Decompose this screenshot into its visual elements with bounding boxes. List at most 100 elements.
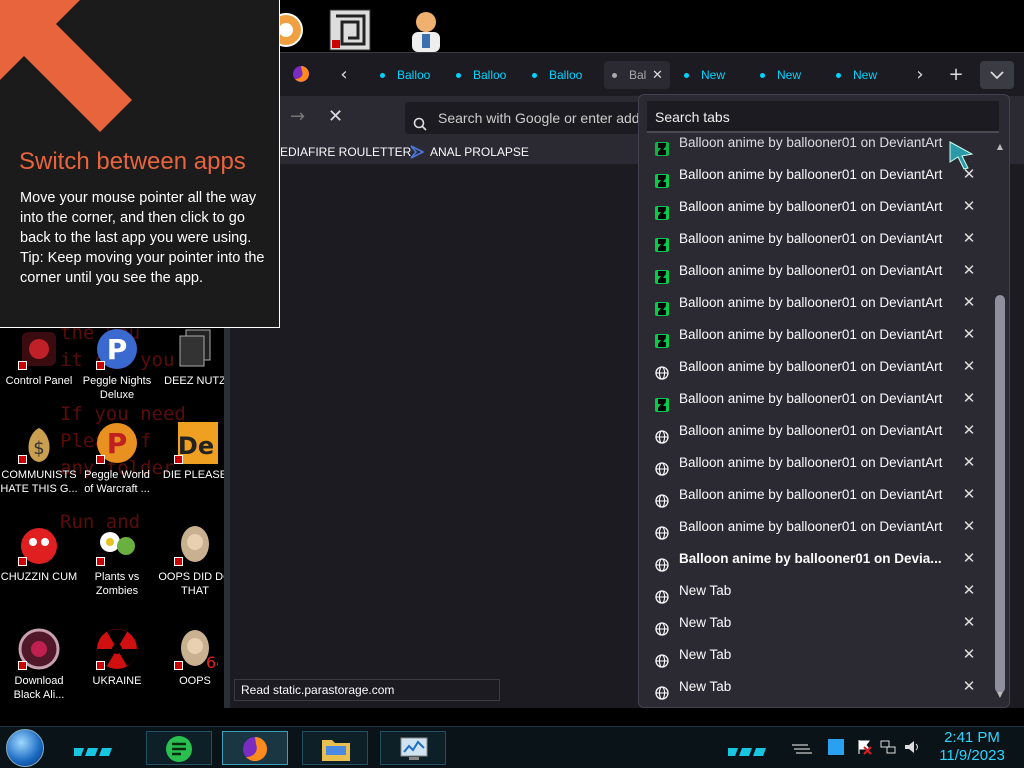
tab-list-item[interactable]: Balloon anime by ballooner01 on DeviantA…	[639, 191, 993, 223]
tab-list-item-title: Balloon anime by ballooner01 on DeviantA…	[679, 423, 943, 438]
taskbar-app-monitor[interactable]	[380, 731, 446, 765]
desktop-icon-doctor[interactable]	[404, 8, 448, 52]
tip-instruction: Move your mouse pointer all the way into…	[20, 190, 257, 246]
desktop-icon-peggle-nights[interactable]: P Peggle Nights Deluxe	[78, 326, 156, 402]
globe-icon	[655, 552, 669, 572]
bookmark-item[interactable]: MEDIAFIRE ROULETTER	[270, 141, 411, 163]
desktop-icon-oops[interactable]: 64 OOPS	[156, 626, 234, 688]
tip-hint: Tip: Keep moving your pointer into the c…	[20, 250, 265, 286]
tab[interactable]: Balloo	[456, 61, 516, 89]
close-tab-icon[interactable]: ✕	[961, 383, 977, 415]
close-tab-icon[interactable]: ✕	[961, 671, 977, 701]
tab-list-item[interactable]: Balloon anime by ballooner01 on DeviantA…	[639, 447, 993, 479]
tab-list-scrollbar[interactable]: ▲ ▼	[993, 141, 1007, 701]
desktop-icon-label: Download Black Ali...	[13, 675, 65, 701]
taskbar-app-notes[interactable]	[146, 731, 212, 765]
desktop-icon-ukraine[interactable]: UKRAINE	[78, 626, 156, 688]
tab[interactable]: New	[684, 61, 744, 89]
tab-list-item[interactable]: Balloon anime by ballooner01 on DeviantA…	[639, 223, 993, 255]
tab-list-item[interactable]: Balloon anime by ballooner01 on DeviantA…	[639, 415, 993, 447]
search-tabs-input[interactable]: Search tabs	[647, 101, 999, 133]
desktop-icon-label: Peggle Nights Deluxe	[82, 375, 152, 401]
tab[interactable]: New	[836, 61, 896, 89]
close-tab-icon[interactable]: ✕	[961, 223, 977, 255]
tab-list-item[interactable]: Balloon anime by ballooner01 on DeviantA…	[639, 351, 993, 383]
desktop-icon-download-black[interactable]: Download Black Ali...	[0, 626, 78, 702]
stop-loading-icon[interactable]: ✕	[328, 106, 343, 127]
close-tab-icon[interactable]: ✕	[961, 255, 977, 287]
toolbar-edge-button[interactable]	[1012, 104, 1024, 132]
tab-list-item[interactable]: Balloon anime by ballooner01 on DeviantA…	[639, 287, 993, 319]
desktop-icon-communists[interactable]: $ COMMUNISTS HATE THIS G...	[0, 420, 78, 496]
taskbar-app-firefox[interactable]	[222, 731, 288, 765]
tab-list-item[interactable]: New Tab ✕	[639, 607, 993, 639]
desktop-icon-control-panel[interactable]: Control Panel	[0, 326, 78, 388]
forward-icon[interactable]: →	[290, 106, 305, 127]
scroll-tabs-left-button[interactable]: ‹	[330, 61, 358, 89]
tab-list-item[interactable]: Balloon anime by ballooner01 on DeviantA…	[639, 255, 993, 287]
scrollbar-thumb[interactable]	[995, 295, 1005, 693]
desktop-icon-plants-vs-zombies[interactable]: Plants vs Zombies	[78, 522, 156, 598]
tab[interactable]: Balloo	[380, 61, 440, 89]
new-tab-button[interactable]: +	[942, 61, 970, 89]
desktop-icon-chuzzin[interactable]: CHUZZIN CUM	[0, 522, 78, 584]
tab-list-item[interactable]: Balloon anime by ballooner01 on DeviantA…	[639, 511, 993, 543]
tab-list-item-title: Balloon anime by ballooner01 on Devia...	[679, 551, 942, 566]
desktop-icon-label: Peggle World of Warcraft ...	[84, 469, 150, 495]
tab-list-item-title: Balloon anime by ballooner01 on DeviantA…	[679, 231, 943, 246]
close-tab-icon[interactable]: ✕	[961, 543, 977, 575]
tab-list-item[interactable]: Balloon anime by ballooner01 on DeviantA…	[639, 479, 993, 511]
tab-list-item[interactable]: Balloon anime by ballooner01 on Devia...…	[639, 543, 993, 575]
close-tab-icon[interactable]: ✕	[961, 639, 977, 671]
folder-icon	[321, 736, 351, 766]
tab-close-icon[interactable]: ✕	[652, 61, 663, 89]
tab[interactable]: New	[760, 61, 820, 89]
tab-favicon	[836, 73, 841, 79]
taskbar-clock[interactable]: 2:41 PM 11/9/2023	[934, 729, 1010, 765]
tab-list-item[interactable]: Balloon anime by ballooner01 on DeviantA…	[639, 159, 993, 191]
desktop-icon-die-please[interactable]: De DIE PLEASE	[156, 420, 234, 482]
taskbar-decoration	[725, 741, 770, 756]
tab-favicon	[684, 73, 689, 79]
tab-list-item[interactable]: New Tab ✕	[639, 671, 993, 701]
deviantart-icon	[655, 264, 669, 284]
desktop-icon-peggle-wow[interactable]: P Peggle World of Warcraft ...	[78, 420, 156, 496]
desktop-icon-deez-nutz[interactable]: DEEZ NUTZ	[156, 326, 234, 388]
url-bar[interactable]: Search with Google or enter address	[405, 102, 665, 134]
tab-list-item[interactable]: Balloon anime by ballooner01 on DeviantA…	[639, 319, 993, 351]
desktop-icon-maze[interactable]	[328, 8, 372, 52]
desktop-icon-label: DEEZ NUTZ	[164, 375, 226, 387]
close-tab-icon[interactable]: ✕	[961, 351, 977, 383]
close-tab-icon[interactable]: ✕	[961, 287, 977, 319]
tab-favicon	[380, 73, 385, 79]
action-center-flag-icon[interactable]	[856, 739, 872, 755]
taskbar-app-explorer[interactable]	[302, 731, 368, 765]
close-tab-icon[interactable]: ✕	[961, 447, 977, 479]
scroll-down-icon[interactable]: ▼	[995, 691, 1005, 699]
tab-list-item[interactable]: New Tab ✕	[639, 639, 993, 671]
close-tab-icon[interactable]: ✕	[961, 191, 977, 223]
close-tab-icon[interactable]: ✕	[961, 319, 977, 351]
tab-list-item[interactable]: New Tab ✕	[639, 575, 993, 607]
list-all-tabs-button[interactable]	[980, 61, 1014, 89]
scroll-up-icon[interactable]: ▲	[995, 143, 1005, 151]
volume-icon[interactable]	[904, 739, 920, 755]
close-tab-icon[interactable]: ✕	[961, 511, 977, 543]
tab[interactable]: Balloo	[532, 61, 592, 89]
close-tab-icon[interactable]: ✕	[961, 415, 977, 447]
close-tab-icon[interactable]: ✕	[961, 479, 977, 511]
tab-list-item-partial[interactable]: Balloon anime by ballooner01 on DeviantA…	[639, 137, 993, 159]
network-icon[interactable]	[880, 739, 896, 755]
close-tab-icon[interactable]: ✕	[961, 607, 977, 639]
tab-list-item[interactable]: Balloon anime by ballooner01 on DeviantA…	[639, 383, 993, 415]
deviantart-icon	[655, 392, 669, 412]
tab-active[interactable]: Bal ✕	[604, 61, 670, 89]
bookmark-item[interactable]: ANAL PROLAPSE	[430, 141, 529, 163]
close-tab-icon[interactable]: ✕	[961, 575, 977, 607]
show-hidden-icons-icon[interactable]	[790, 739, 812, 755]
deviantart-icon	[655, 200, 669, 220]
start-orb-button[interactable]	[6, 729, 44, 767]
tray-square-icon[interactable]	[828, 739, 844, 755]
scroll-tabs-right-button[interactable]: ›	[906, 61, 934, 89]
desktop-icon-oops-did[interactable]: OOPS DID DO THAT	[156, 522, 234, 598]
